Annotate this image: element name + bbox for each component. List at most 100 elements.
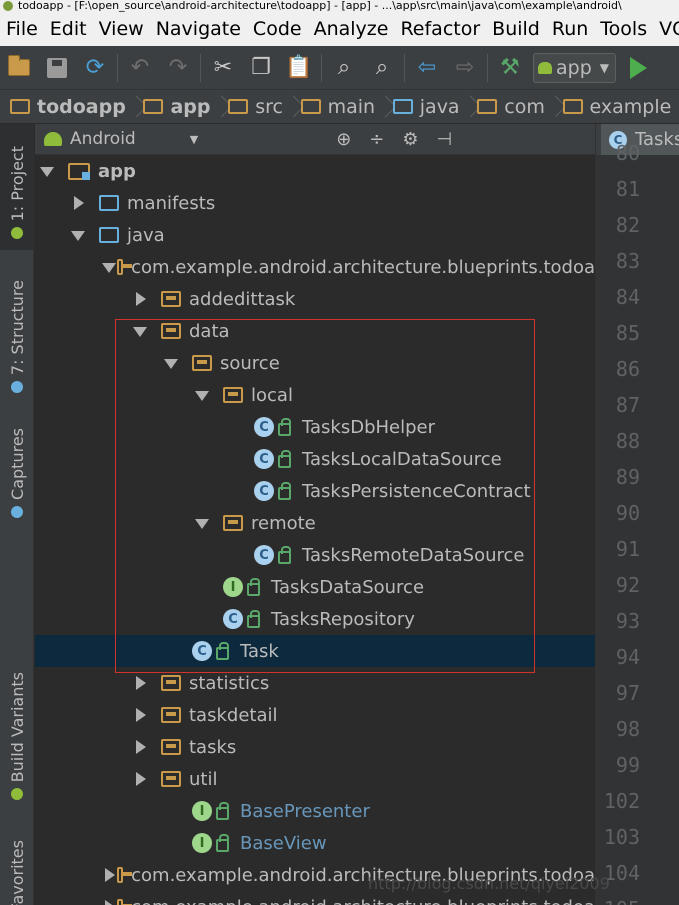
tree-row[interactable]: I BasePresenter	[35, 795, 595, 827]
find-button[interactable]: ⌕	[325, 46, 363, 90]
breadcrumb-item-app[interactable]: app	[133, 90, 214, 123]
collapsed-arrow-icon[interactable]	[133, 772, 147, 786]
tree-row[interactable]: C TasksDbHelper	[35, 411, 595, 443]
collapse-all-button[interactable]: ÷	[369, 129, 384, 150]
source-folder-icon	[99, 195, 119, 211]
tree-row[interactable]: com.example.android.architecture.bluepri…	[35, 251, 595, 283]
expanded-arrow-icon[interactable]	[195, 388, 209, 402]
tree-row[interactable]: I BaseView	[35, 827, 595, 859]
breadcrumb-item-com[interactable]: com	[467, 90, 549, 123]
run-configuration-select[interactable]: app ▼	[533, 52, 616, 83]
breadcrumb-item-todoapp[interactable]: todoapp	[0, 90, 130, 123]
open-button[interactable]	[0, 46, 38, 90]
tree-row[interactable]: java	[35, 219, 595, 251]
menu-item-refactor[interactable]: Refactor	[395, 18, 487, 40]
collapsed-arrow-icon[interactable]	[133, 708, 147, 722]
tree-row[interactable]: C TasksRepository	[35, 603, 595, 635]
breadcrumb-label: com	[504, 95, 545, 118]
tree-row-label: manifests	[127, 192, 216, 214]
tree-row-label: tasks	[189, 736, 237, 758]
expanded-arrow-icon[interactable]	[164, 356, 178, 370]
copy-button[interactable]: ❐	[242, 46, 280, 90]
menu-item-navigate[interactable]: Navigate	[151, 18, 248, 40]
tree-row[interactable]: util	[35, 763, 595, 795]
android-icon	[538, 61, 552, 74]
tree-row[interactable]: com.example.android.architecture.bluepri…	[35, 891, 595, 905]
collapsed-arrow-icon[interactable]	[133, 292, 147, 306]
menu-item-edit[interactable]: Edit	[45, 18, 94, 40]
replace-button[interactable]: ⌕	[363, 46, 401, 90]
tree-row[interactable]: statistics	[35, 667, 595, 699]
sync-file-button[interactable]: ⊕	[336, 129, 351, 150]
breadcrumb-separator	[549, 90, 553, 123]
collapsed-arrow-icon[interactable]	[71, 196, 85, 210]
run-button[interactable]	[630, 56, 647, 79]
tree-row[interactable]: addedittask	[35, 283, 595, 315]
paste-button[interactable]: 📋	[280, 46, 318, 90]
menu-item-file[interactable]: File	[0, 18, 45, 40]
breadcrumb-label: example	[589, 95, 672, 118]
menu-item-vcs[interactable]: VCS	[654, 18, 679, 40]
menu-item-run[interactable]: Run	[547, 18, 595, 40]
breadcrumb-item-java[interactable]: java	[383, 90, 464, 123]
tree-row[interactable]: data	[35, 315, 595, 347]
tab-project[interactable]: 1: Project	[0, 124, 34, 250]
expanded-arrow-icon[interactable]	[71, 228, 85, 242]
tree-row[interactable]: tasks	[35, 731, 595, 763]
breadcrumb-item-main[interactable]: main	[291, 90, 379, 123]
tree-row[interactable]: manifests	[35, 187, 595, 219]
tree-row[interactable]: C TasksLocalDataSource	[35, 443, 595, 475]
expanded-arrow-icon[interactable]	[195, 516, 209, 530]
package-folder-icon	[161, 675, 181, 691]
hide-panel-button[interactable]: ⊣	[437, 129, 453, 150]
tree-row[interactable]: C Task	[35, 635, 595, 667]
menu-item-build[interactable]: Build	[487, 18, 547, 40]
forward-button[interactable]: ⇨	[446, 46, 484, 90]
toolbar-separator	[117, 53, 118, 82]
menu-item-view[interactable]: View	[94, 18, 151, 40]
back-button[interactable]: ⇦	[408, 46, 446, 90]
tab-build-variants[interactable]: Build Variants	[0, 672, 34, 802]
public-access-icon	[247, 577, 260, 596]
tree-row[interactable]: I TasksDataSource	[35, 571, 595, 603]
settings-button[interactable]: ⚙	[402, 129, 418, 150]
expanded-arrow-icon[interactable]	[133, 324, 147, 338]
menu-item-code[interactable]: Code	[248, 18, 309, 40]
expanded-arrow-icon[interactable]	[40, 164, 54, 178]
menu-item-analyze[interactable]: Analyze	[309, 18, 396, 40]
line-number: 81	[615, 177, 640, 201]
tree-row-label: TasksRemoteDataSource	[302, 544, 525, 566]
tab-structure-label: 7: Structure	[7, 280, 27, 376]
collapsed-arrow-icon[interactable]	[133, 676, 147, 690]
cut-button[interactable]: ✂	[204, 46, 242, 90]
make-project-button[interactable]: ⚒	[491, 46, 529, 90]
tab-favorites[interactable]: Favorites	[0, 840, 34, 905]
tree-row[interactable]: C TasksRemoteDataSource	[35, 539, 595, 571]
collapsed-arrow-icon[interactable]	[102, 900, 121, 905]
collapsed-arrow-icon[interactable]	[133, 740, 147, 754]
breadcrumb-item-example[interactable]: example	[553, 90, 676, 123]
breadcrumb-label: app	[170, 95, 211, 118]
tree-row[interactable]: app	[35, 155, 595, 187]
tab-captures[interactable]: Captures	[0, 428, 34, 528]
project-view-select[interactable]: Android ▼	[70, 129, 198, 149]
tab-structure[interactable]: 7: Structure	[0, 280, 34, 400]
tree-row[interactable]: taskdetail	[35, 699, 595, 731]
tree-row-label: TasksPersistenceContract	[302, 480, 531, 502]
save-all-button[interactable]	[38, 46, 76, 90]
undo-button[interactable]: ↶	[121, 46, 159, 90]
redo-button[interactable]: ↷	[159, 46, 197, 90]
tree-row[interactable]: C TasksPersistenceContract	[35, 475, 595, 507]
tree-row-label: local	[251, 384, 293, 406]
collapsed-arrow-icon[interactable]	[102, 868, 121, 882]
structure-icon	[11, 381, 23, 394]
breadcrumb-item-src[interactable]: src	[218, 90, 287, 123]
sync-button[interactable]: ⟳	[76, 46, 114, 90]
expanded-arrow-icon[interactable]	[102, 260, 123, 274]
menu-item-tools[interactable]: Tools	[595, 18, 654, 40]
tree-row[interactable]: source	[35, 347, 595, 379]
tree-row[interactable]: local	[35, 379, 595, 411]
tree-row[interactable]: remote	[35, 507, 595, 539]
